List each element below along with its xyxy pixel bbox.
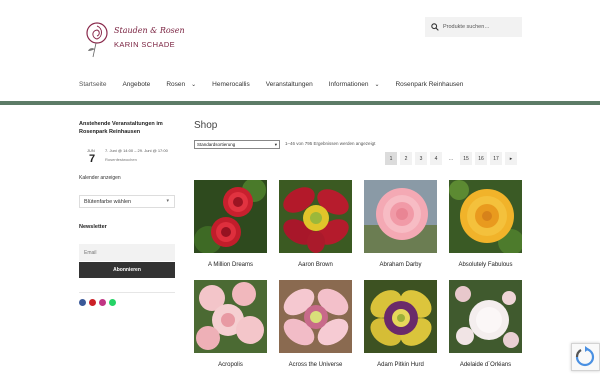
- page-17[interactable]: 17: [490, 152, 502, 165]
- logo-name: KARIN SCHADE: [114, 40, 176, 49]
- product-card[interactable]: Adelaide d´Orléans: [449, 280, 522, 368]
- chevron-down-icon: ⌄: [374, 82, 380, 88]
- product-name[interactable]: Adelaide d´Orléans: [439, 362, 532, 368]
- product-card[interactable]: Across the Universe: [279, 280, 352, 368]
- newsletter-title: Newsletter: [79, 224, 107, 230]
- product-card[interactable]: Abraham Darby: [364, 180, 437, 268]
- nav-item-startseite[interactable]: Startseite: [79, 81, 106, 88]
- product-name[interactable]: Across the Universe: [269, 362, 362, 368]
- product-image[interactable]: [279, 180, 352, 253]
- chevron-down-icon: ⌄: [191, 82, 197, 88]
- product-name[interactable]: Absolutely Fabulous: [439, 262, 532, 268]
- nav-item-informationen[interactable]: Informationen ⌄: [329, 81, 380, 88]
- chevron-down-icon: ▾: [274, 142, 277, 147]
- nav-item-hemerocallis[interactable]: Hemerocallis: [212, 81, 250, 88]
- product-card[interactable]: A Million Dreams: [194, 180, 267, 268]
- subscribe-button[interactable]: Abonnieren: [79, 262, 175, 278]
- page-4[interactable]: 4: [430, 152, 442, 165]
- recaptcha-icon: [575, 346, 595, 367]
- page-ellipsis: …: [448, 155, 454, 162]
- instagram-icon[interactable]: [99, 299, 106, 306]
- product-name[interactable]: Adam Pitkin Hurd: [354, 362, 447, 368]
- nav-item-angebote[interactable]: Angebote: [122, 81, 150, 88]
- product-card[interactable]: Aaron Brown: [279, 180, 352, 268]
- nav-item-veranstaltungen[interactable]: Veranstaltungen: [266, 81, 313, 88]
- nav-item-rosenpark[interactable]: Rosenpark Reinhausen: [395, 81, 463, 88]
- product-name[interactable]: Abraham Darby: [354, 262, 447, 268]
- product-image[interactable]: [279, 280, 352, 353]
- page-title: Shop: [194, 120, 218, 131]
- product-image[interactable]: [194, 280, 267, 353]
- product-card[interactable]: Absolutely Fabulous: [449, 180, 522, 268]
- event-day: 7: [89, 153, 96, 165]
- newsletter-email-field[interactable]: [79, 244, 175, 261]
- result-count: 1–46 von 795 Ergebnissen werden angezeig…: [285, 141, 376, 146]
- sidebar: Anstehende Veranstaltungen im Rosenpark …: [79, 120, 177, 306]
- events-widget-title: Anstehende Veranstaltungen im Rosenpark …: [79, 121, 163, 135]
- rose-logo-icon: [86, 22, 108, 58]
- page-15[interactable]: 15: [460, 152, 472, 165]
- event-title[interactable]: Rosenfestwochen: [105, 157, 137, 162]
- calendar-link[interactable]: Kalender anzeigen: [79, 175, 121, 181]
- social-links: [79, 299, 119, 306]
- search-icon: [431, 23, 439, 31]
- event-time: 7. Juni @ 14:00 – 29. Juni @ 17:00: [105, 148, 168, 153]
- divider: [79, 292, 175, 293]
- header-accent-bar: [0, 101, 600, 105]
- main-navigation: Startseite Angebote Rosen ⌄ Hemerocallis …: [79, 81, 479, 88]
- recaptcha-badge[interactable]: [571, 343, 600, 371]
- product-image[interactable]: [449, 180, 522, 253]
- product-name[interactable]: Acropolis: [184, 362, 277, 368]
- nav-item-rosen[interactable]: Rosen ⌄: [166, 81, 196, 88]
- product-card[interactable]: Acropolis: [194, 280, 267, 368]
- search-input[interactable]: [443, 24, 518, 30]
- bloom-color-select[interactable]: Blütenfarbe wählen ▾: [79, 195, 175, 208]
- logo-tagline: Stauden & Rosen: [114, 26, 185, 35]
- product-card[interactable]: Adam Pitkin Hurd: [364, 280, 437, 368]
- product-image[interactable]: [364, 280, 437, 353]
- facebook-icon[interactable]: [79, 299, 86, 306]
- sort-select[interactable]: Standardsortierung ▾: [194, 140, 280, 149]
- site-logo[interactable]: Stauden & Rosen KARIN SCHADE: [83, 20, 193, 58]
- page-16[interactable]: 16: [475, 152, 487, 165]
- whatsapp-icon[interactable]: [109, 299, 116, 306]
- page-1[interactable]: 1: [385, 152, 397, 165]
- pinterest-icon[interactable]: [89, 299, 96, 306]
- page-3[interactable]: 3: [415, 152, 427, 165]
- pagination: 1 2 3 4 … 15 16 17 ▸: [385, 152, 520, 165]
- next-page-button[interactable]: ▸: [505, 152, 517, 165]
- page-2[interactable]: 2: [400, 152, 412, 165]
- product-name[interactable]: A Million Dreams: [184, 262, 277, 268]
- chevron-down-icon: ▾: [166, 198, 169, 204]
- product-image[interactable]: [194, 180, 267, 253]
- product-image[interactable]: [364, 180, 437, 253]
- product-name[interactable]: Aaron Brown: [269, 262, 362, 268]
- product-image[interactable]: [449, 280, 522, 353]
- product-search[interactable]: [425, 17, 522, 37]
